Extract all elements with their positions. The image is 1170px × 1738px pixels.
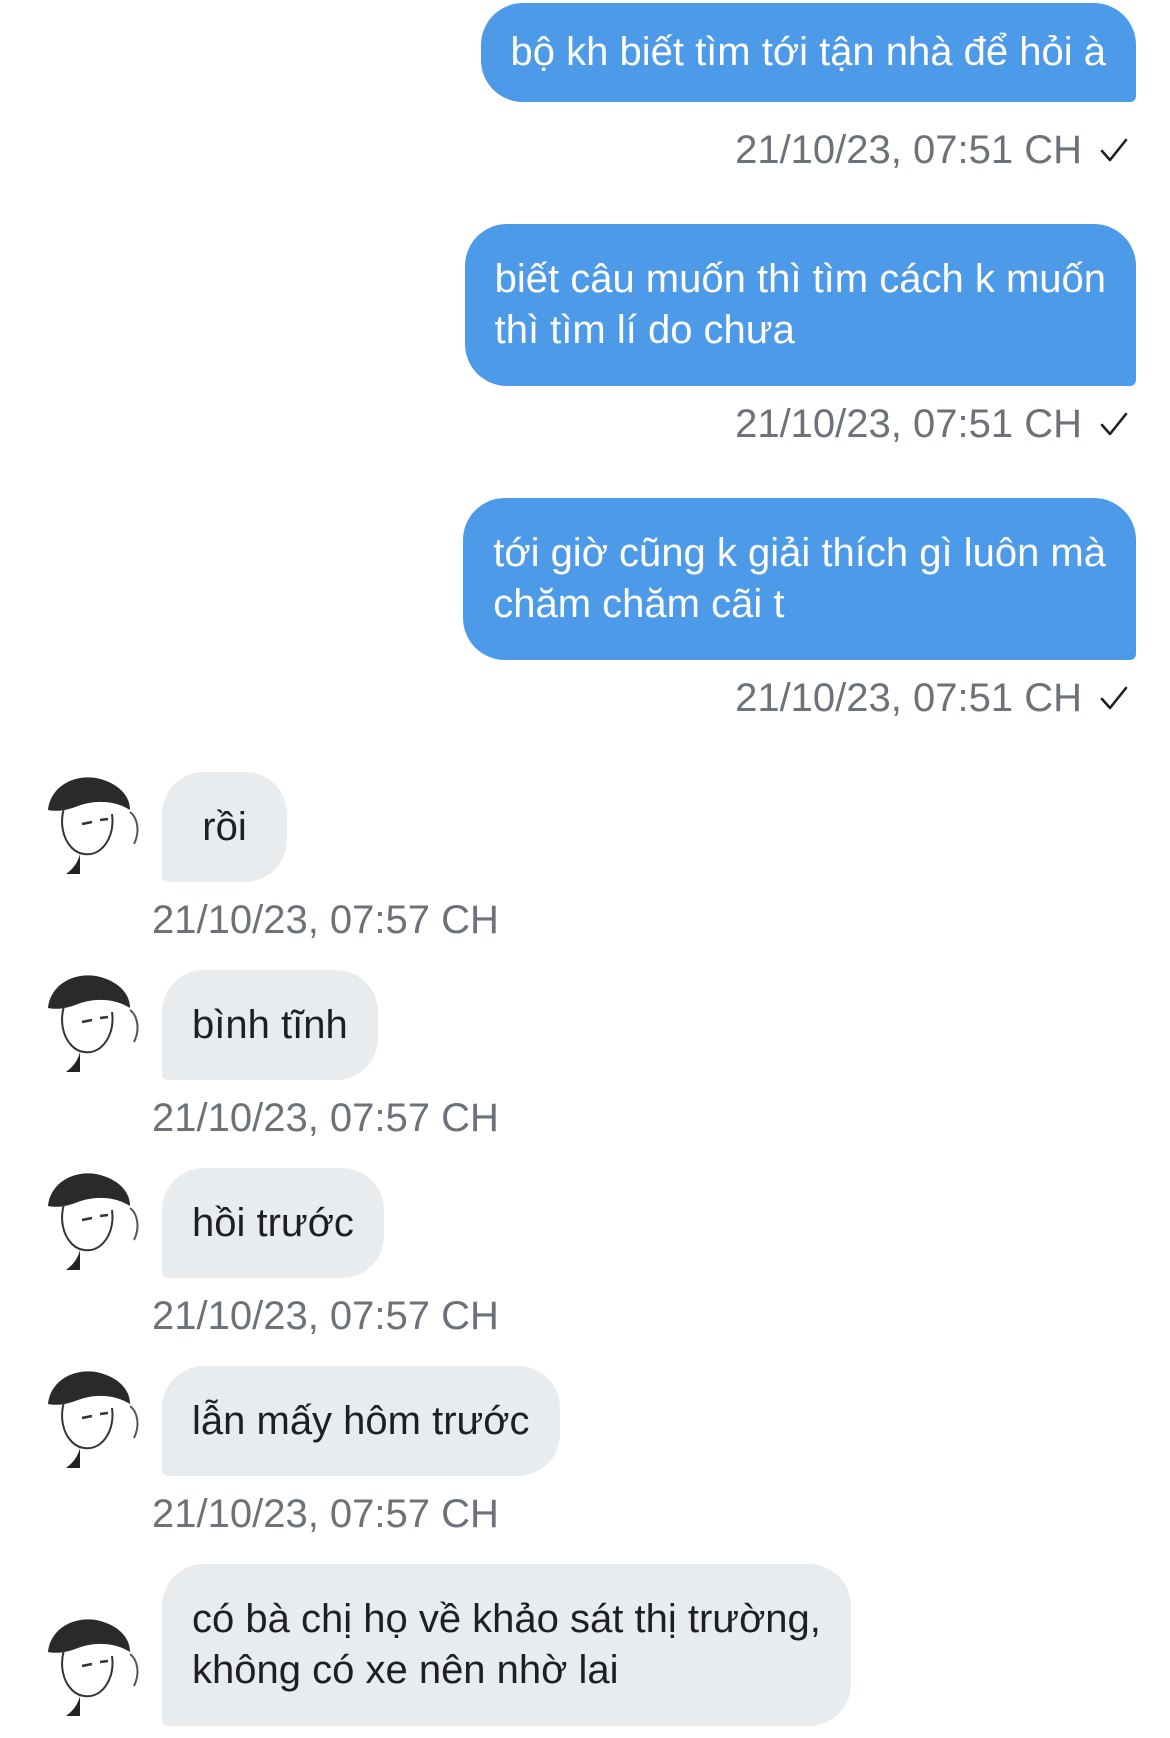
received-message-bubble[interactable]: bình tĩnh xyxy=(162,970,378,1080)
sent-message-bubble[interactable]: biết câu muốn thì tìm cách k muốn thì tì… xyxy=(464,224,1136,386)
avatar[interactable] xyxy=(34,770,144,880)
message-meta: 21/10/23, 07:51 CH xyxy=(735,126,1130,174)
check-icon xyxy=(1100,686,1128,710)
message-text: biết câu muốn thì tìm cách k muốn thì tì… xyxy=(494,257,1106,352)
message-timestamp: 21/10/23, 07:51 CH xyxy=(735,128,1082,172)
received-message-bubble[interactable]: hồi trước xyxy=(162,1168,384,1278)
check-icon xyxy=(1100,412,1128,436)
message-timestamp: 21/10/23, 07:57 CH xyxy=(152,1096,499,1140)
check-icon xyxy=(1100,138,1128,162)
message-timestamp: 21/10/23, 07:57 CH xyxy=(152,1492,499,1536)
message-text: lẫn mấy hôm trước xyxy=(192,1398,530,1443)
message-text: hồi trước xyxy=(192,1200,354,1245)
received-message-bubble[interactable]: rồi xyxy=(162,772,287,882)
message-text: có bà chị họ về khảo sát thị trường, khô… xyxy=(192,1597,821,1692)
avatar[interactable] xyxy=(34,1612,144,1722)
message-text: bình tĩnh xyxy=(192,1002,348,1047)
message-text: tới giờ cũng k giải thích gì luôn mà chă… xyxy=(493,531,1106,626)
message-timestamp: 21/10/23, 07:57 CH xyxy=(152,898,499,942)
avatar[interactable] xyxy=(34,1166,144,1276)
message-text: rồi xyxy=(202,804,247,849)
avatar[interactable] xyxy=(34,968,144,1078)
received-message-bubble[interactable]: lẫn mấy hôm trước xyxy=(162,1366,560,1476)
message-timestamp: 21/10/23, 07:57 CH xyxy=(152,1294,499,1338)
sent-message-bubble[interactable]: bộ kh biết tìm tới tận nhà để hỏi à xyxy=(480,3,1136,102)
avatar[interactable] xyxy=(34,1364,144,1474)
message-meta: 21/10/23, 07:51 CH xyxy=(735,674,1130,722)
message-text: bộ kh biết tìm tới tận nhà để hỏi à xyxy=(510,30,1107,74)
message-timestamp: 21/10/23, 07:51 CH xyxy=(735,676,1082,720)
message-timestamp: 21/10/23, 07:51 CH xyxy=(735,402,1082,446)
received-message-bubble[interactable]: có bà chị họ về khảo sát thị trường, khô… xyxy=(162,1564,851,1726)
chat-thread[interactable]: bộ kh biết tìm tới tận nhà để hỏi à 21/1… xyxy=(0,0,1170,1738)
message-meta: 21/10/23, 07:51 CH xyxy=(735,400,1130,448)
sent-message-bubble[interactable]: tới giờ cũng k giải thích gì luôn mà chă… xyxy=(463,498,1136,660)
